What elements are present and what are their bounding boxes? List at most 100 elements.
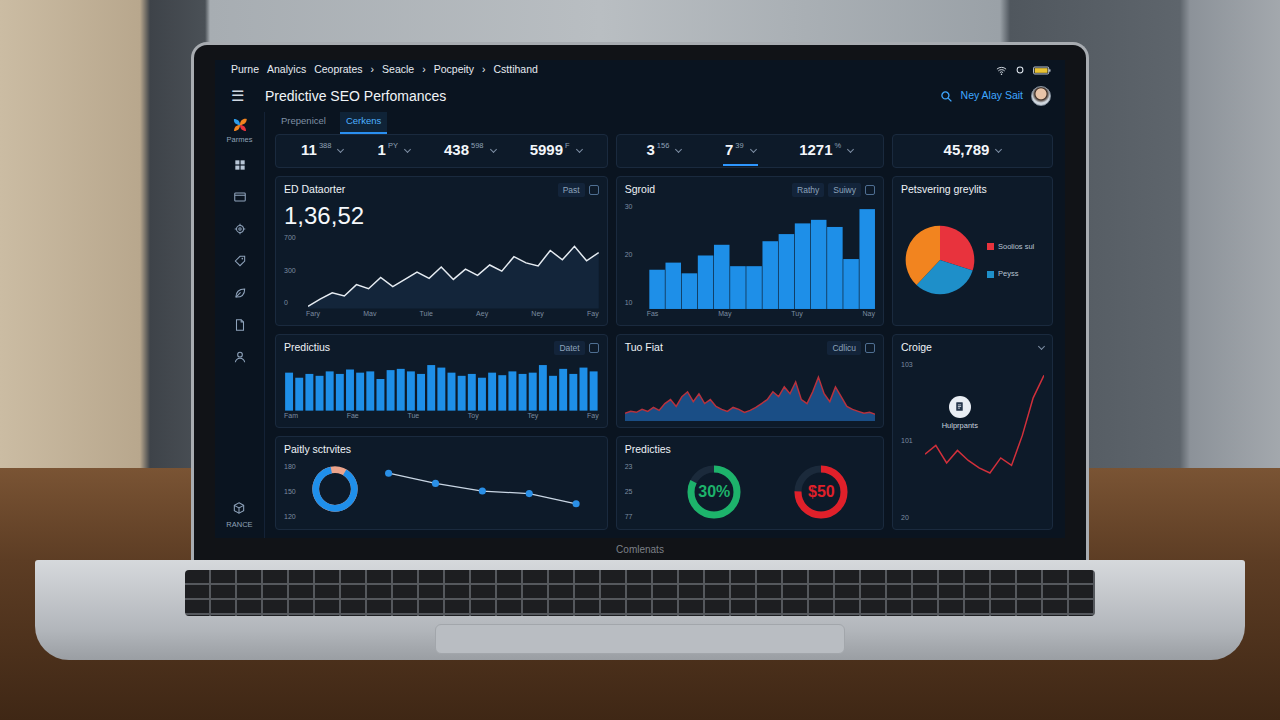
filter-button[interactable]: Cdlicu [827, 341, 861, 356]
menu-button[interactable]: ☰ [231, 85, 265, 108]
chevron-icon[interactable] [576, 145, 583, 152]
expand-icon[interactable] [589, 185, 599, 195]
avatar-icon[interactable] [1031, 86, 1051, 106]
chart-bar [427, 365, 435, 411]
user-name[interactable]: Ney Alay Sait [961, 88, 1023, 104]
chart: Hulprpants [925, 360, 1044, 523]
chevron-icon[interactable] [750, 145, 757, 152]
chevron-icon[interactable] [995, 145, 1002, 152]
breadcrumb[interactable]: › [371, 62, 375, 78]
chart-bar [448, 373, 456, 411]
legend-item: Soolios sul [987, 241, 1034, 252]
kpi-item[interactable]: 11388 [299, 136, 345, 166]
chevron-icon[interactable] [337, 145, 344, 152]
chart-bar [795, 223, 811, 309]
donut-fill [309, 463, 362, 516]
kpi-item[interactable]: 1271% [797, 136, 855, 166]
filter-button[interactable]: Past [558, 183, 585, 198]
breadcrumb[interactable]: Purne [231, 62, 259, 78]
breadcrumb[interactable]: Ceoprates [314, 62, 362, 78]
tuo-fiat-card-title: Tuo Fiat [625, 340, 663, 356]
chart [308, 233, 599, 308]
kpi-item[interactable]: 5999F [528, 136, 584, 166]
sidebar-item[interactable] [225, 249, 255, 273]
chart-point [526, 490, 533, 497]
filter-button[interactable]: Datet [554, 341, 584, 356]
kpi-value: 438 [444, 139, 469, 162]
kpi-item[interactable]: 739 [723, 136, 758, 166]
expand-icon[interactable] [865, 185, 875, 195]
line-chart [366, 462, 599, 523]
axis-label: Ney [531, 309, 543, 320]
laptop-label: Comlenats [616, 542, 664, 557]
legend-item: Peyss [987, 268, 1034, 279]
sidebar-item[interactable] [225, 313, 255, 337]
chevron-icon[interactable] [1038, 343, 1045, 350]
activities-card-title: Paitly sctrvites [284, 442, 351, 458]
axis-tick: 150 [284, 487, 304, 498]
axis-tick: 25 [625, 487, 645, 498]
line-chart [308, 233, 599, 308]
y-axis: 10310120 [901, 360, 921, 523]
window-icon [233, 190, 247, 204]
filter-button[interactable]: Rathy [792, 183, 824, 198]
sidebar-item[interactable] [225, 345, 255, 369]
kpi-item[interactable]: 438598 [442, 136, 498, 166]
chart-bar [811, 220, 827, 309]
chart-bar [665, 262, 681, 308]
sidebar-footer[interactable]: RANCE [226, 501, 252, 530]
chart-area [308, 247, 599, 309]
axis-tick: 103 [901, 360, 921, 371]
axis-label: Aey [476, 309, 488, 320]
chart-line [389, 473, 576, 504]
axis-tick: 23 [625, 462, 645, 473]
expand-icon[interactable] [589, 343, 599, 353]
search-icon [940, 90, 953, 103]
breadcrumb[interactable]: › [422, 62, 426, 78]
legend-label: Peyss [998, 268, 1018, 279]
kpi-sub: F [565, 140, 570, 151]
kpi-item[interactable]: 45,789 [942, 136, 1004, 166]
sidebar-item[interactable] [225, 217, 255, 241]
donut-chart [308, 462, 362, 516]
chart-bar [714, 245, 730, 309]
kpi-sub: 598 [471, 140, 484, 151]
chart-bar [305, 374, 313, 411]
kpi-item[interactable]: 3156 [644, 136, 683, 166]
breadcrumb[interactable]: › [482, 62, 486, 78]
logo[interactable]: Parmes [227, 116, 253, 145]
chevron-icon[interactable] [847, 145, 854, 152]
keyboard[interactable] [185, 570, 1095, 616]
axis-tick: 0 [284, 298, 304, 309]
tabs: Prepenicel Cerkens [275, 112, 1053, 134]
tuo-fiat-card: Tuo Fiat Cdlicu [616, 334, 884, 428]
sidebar-item[interactable] [225, 281, 255, 305]
forecast-card: Predicties23257730%$50 [616, 436, 884, 530]
chart-marker[interactable]: Hulprpants [942, 396, 978, 431]
axis-label: Tuie [420, 309, 433, 320]
breadcrumb[interactable]: Seacle [382, 62, 414, 78]
line-chart [925, 360, 1044, 523]
chart-bar [649, 269, 665, 308]
breadcrumb[interactable]: Csttihand [493, 62, 537, 78]
breadcrumb[interactable]: Analyics [267, 62, 306, 78]
chevron-icon[interactable] [404, 145, 411, 152]
tab[interactable]: Cerkens [340, 112, 387, 133]
chevron-icon[interactable] [675, 145, 682, 152]
wifi-icon [996, 65, 1007, 76]
sidebar-item[interactable] [225, 185, 255, 209]
expand-icon[interactable] [865, 343, 875, 353]
chart-bar [730, 266, 746, 309]
breadcrumb[interactable]: Pocpeity [434, 62, 474, 78]
sidebar-item[interactable] [225, 153, 255, 177]
chart-bar [580, 368, 588, 411]
filter-button[interactable]: Suiwy [828, 183, 861, 198]
chart-bar [458, 376, 466, 411]
legend-label: Soolios sul [998, 241, 1034, 252]
chart-bar [590, 371, 598, 410]
croige-card-title: Croige [901, 340, 932, 356]
chevron-icon[interactable] [490, 145, 497, 152]
kpi-item[interactable]: 1PY [376, 136, 412, 166]
trackpad[interactable] [435, 624, 845, 654]
tab[interactable]: Prepenicel [275, 112, 332, 133]
